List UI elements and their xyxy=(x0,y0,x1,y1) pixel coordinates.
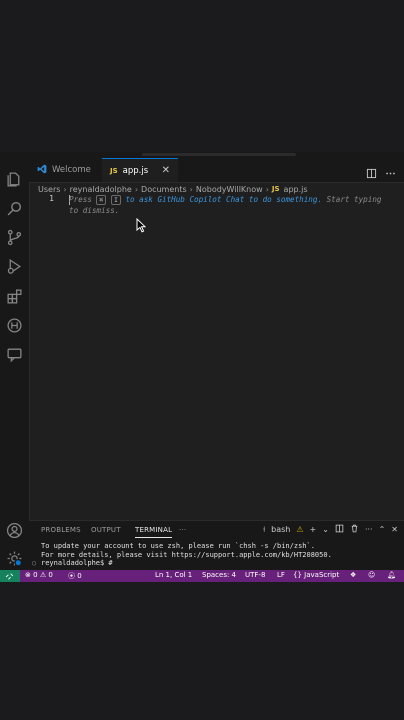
ports-count: 0 xyxy=(77,572,82,580)
tab-welcome-label: Welcome xyxy=(52,165,91,175)
tab-app-label: app.js xyxy=(122,165,149,176)
editor-actions xyxy=(366,164,396,179)
breadcrumb-folder[interactable]: NobodyWillKnow xyxy=(196,185,263,194)
source-control-icon[interactable] xyxy=(6,229,23,246)
activity-bar xyxy=(0,158,30,570)
split-editor-icon[interactable] xyxy=(366,164,377,179)
breadcrumb-file[interactable]: app.js xyxy=(284,185,308,194)
close-panel-icon[interactable]: ✕ xyxy=(391,525,398,534)
error-icon: ⊗ xyxy=(25,571,31,579)
end-of-line[interactable]: LF xyxy=(277,571,285,579)
error-count: 0 xyxy=(33,571,38,579)
panel-more-actions-icon[interactable]: ··· xyxy=(365,525,373,534)
braces-icon: {} xyxy=(293,571,302,579)
status-bar: ⊗ 0 ⚠ 0 ⦿ 0 Ln 1, Col 1 Spaces: 4 UTF-8 … xyxy=(0,570,404,582)
tab-problems[interactable]: PROBLEMS xyxy=(41,526,81,534)
vscode-window: Welcome JS app.js ✕ Users › reynaldadolp… xyxy=(0,152,404,582)
hint-press: Press xyxy=(69,195,92,204)
breadcrumb-user[interactable]: reynaldadolphe xyxy=(70,185,132,194)
bottom-panel: PROBLEMS OUTPUT TERMINAL ··· ⍿ bash ⚠ + … xyxy=(29,520,404,571)
editor-tabs: Welcome JS app.js ✕ xyxy=(29,158,404,183)
copilot-hint: Press ⌘ I to ask GitHub Copilot Chat to … xyxy=(69,194,395,216)
terminal-line: For more details, please visit https://s… xyxy=(41,550,332,559)
more-actions-icon[interactable] xyxy=(385,164,396,175)
new-terminal-icon[interactable]: + xyxy=(310,525,317,534)
chevron-right-icon: › xyxy=(189,184,193,194)
key-i: I xyxy=(110,195,121,205)
breadcrumb-documents[interactable]: Documents xyxy=(141,185,187,194)
indentation[interactable]: Spaces: 4 xyxy=(202,571,236,579)
split-terminal-icon[interactable] xyxy=(335,524,344,535)
warning-count: 0 xyxy=(48,571,53,579)
terminal-icon: ⍿ xyxy=(263,524,266,534)
javascript-file-icon: JS xyxy=(110,166,118,175)
remote-explorer-icon[interactable] xyxy=(6,317,23,334)
terminal-line: To update your account to use zsh, pleas… xyxy=(41,542,315,550)
close-icon[interactable]: ✕ xyxy=(162,165,170,176)
account-icon[interactable] xyxy=(6,522,23,539)
tab-app-js[interactable]: JS app.js ✕ xyxy=(102,158,178,182)
panel-actions: ⍿ bash ⚠ + ⌄ ··· ⌃ ✕ xyxy=(263,524,398,535)
encoding[interactable]: UTF-8 xyxy=(245,571,265,579)
remote-indicator[interactable] xyxy=(0,570,20,582)
warning-icon[interactable]: ⚠ xyxy=(296,525,303,534)
chat-icon[interactable] xyxy=(6,346,23,363)
breadcrumb-users[interactable]: Users xyxy=(38,185,60,194)
cursor-position[interactable]: Ln 1, Col 1 xyxy=(155,571,192,579)
maximize-panel-icon[interactable]: ⌃ xyxy=(379,525,386,534)
chevron-right-icon: › xyxy=(265,184,269,194)
key-cmd: ⌘ xyxy=(96,195,107,205)
ports-status[interactable]: ⦿ 0 xyxy=(68,571,82,581)
broadcast-icon: ⦿ xyxy=(68,572,75,580)
javascript-file-icon: JS xyxy=(271,185,280,193)
tab-terminal[interactable]: TERMINAL xyxy=(135,526,173,538)
copilot-chat-icon[interactable]: ☺ xyxy=(368,571,375,579)
run-debug-icon[interactable] xyxy=(6,258,23,275)
hint-copilot-link[interactable]: to ask GitHub Copilot Chat to do somethi… xyxy=(125,195,322,204)
search-icon[interactable] xyxy=(6,200,23,217)
top-black-area xyxy=(0,0,404,152)
notifications-bell-icon[interactable]: 🔔︎ xyxy=(387,571,396,579)
terminal-output[interactable]: To update your account to use zsh, pleas… xyxy=(32,542,332,568)
prompt-dot-icon: ○ xyxy=(32,559,37,567)
language-label: JavaScript xyxy=(304,571,340,579)
problems-status[interactable]: ⊗ 0 ⚠ 0 xyxy=(25,571,53,579)
language-mode[interactable]: {} JavaScript xyxy=(293,571,339,579)
copilot-icon[interactable]: ❖ xyxy=(350,571,356,579)
panel-more-icon[interactable]: ··· xyxy=(179,526,186,534)
terminal-prompt: ○ reynaldadolphe$ # xyxy=(32,559,332,568)
tab-welcome[interactable]: Welcome xyxy=(29,158,103,182)
line-number: 1 xyxy=(49,194,54,203)
chevron-right-icon: › xyxy=(134,184,139,194)
mouse-pointer-icon xyxy=(136,217,147,237)
terminal-prompt-text: reynaldadolphe$ # xyxy=(41,559,113,567)
tab-output[interactable]: OUTPUT xyxy=(91,526,121,534)
chevron-right-icon: › xyxy=(63,184,67,194)
vscode-logo-icon xyxy=(37,164,47,177)
extensions-icon[interactable] xyxy=(6,288,23,305)
trash-icon[interactable] xyxy=(350,524,359,535)
chevron-down-icon[interactable]: ⌄ xyxy=(322,525,329,534)
warning-icon: ⚠ xyxy=(39,571,47,579)
settings-gear-icon[interactable] xyxy=(6,550,23,567)
bottom-black-area xyxy=(0,582,404,720)
shell-name[interactable]: bash xyxy=(271,525,290,534)
explorer-icon[interactable] xyxy=(6,171,23,188)
